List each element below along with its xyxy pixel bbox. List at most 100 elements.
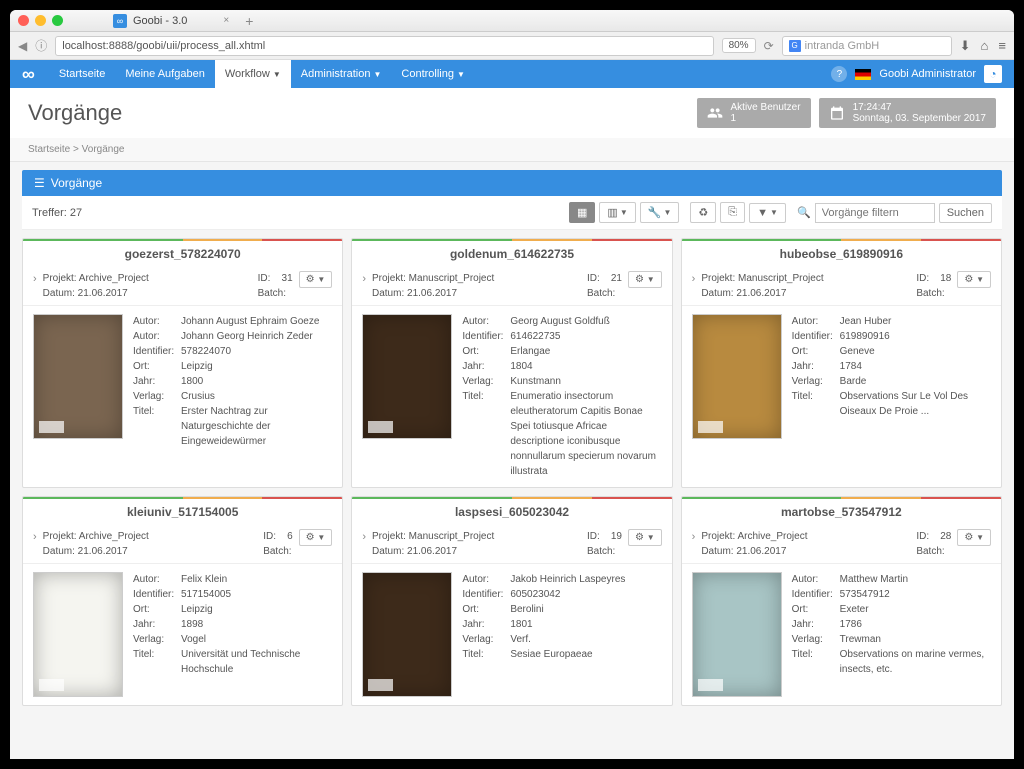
user-avatar-icon[interactable]: ◔ — [984, 65, 1002, 83]
filter-input[interactable] — [815, 203, 935, 223]
menu-icon[interactable]: ≡ — [998, 38, 1006, 54]
field-value: Kunstmann — [510, 374, 661, 389]
nav-item-administration[interactable]: Administration▼ — [291, 60, 392, 88]
field-value: Leipzig — [181, 359, 332, 374]
tool-filter-button[interactable]: ▼ ▼ — [749, 203, 786, 223]
field-key: Autor: — [462, 314, 510, 329]
card-gear-button[interactable]: ⚙ ▼ — [957, 271, 991, 288]
nav-item-workflow[interactable]: Workflow▼ — [215, 60, 291, 88]
breadcrumb: Startseite > Vorgänge — [10, 138, 1014, 162]
back-icon[interactable]: ◀ — [18, 39, 27, 53]
info-icon[interactable]: ⓘ — [35, 37, 47, 54]
field-value: 517154005 — [181, 587, 332, 602]
field-value: Berolini — [510, 602, 625, 617]
field-key: Titel: — [133, 404, 181, 449]
view-grid-button[interactable]: ▦ — [569, 202, 595, 223]
field-value: Erster Nachtrag zur Naturgeschichte der … — [181, 404, 332, 449]
language-flag-icon[interactable] — [855, 69, 871, 80]
field-key: Titel: — [792, 647, 840, 677]
card-gear-button[interactable]: ⚙ ▼ — [299, 529, 333, 546]
field-value: 573547912 — [840, 587, 991, 602]
calendar-icon — [829, 105, 845, 121]
nav-item-startseite[interactable]: Startseite — [49, 60, 115, 88]
nav-item-controlling[interactable]: Controlling▼ — [391, 60, 475, 88]
card-gear-button[interactable]: ⚙ ▼ — [957, 529, 991, 546]
panel-title: Vorgänge — [51, 176, 102, 190]
users-icon — [707, 105, 723, 121]
chevron-down-icon: ▼ — [373, 70, 381, 79]
thumbnail[interactable] — [362, 314, 452, 439]
field-key: Autor: — [462, 572, 510, 587]
field-key: Verlag: — [133, 389, 181, 404]
thumb-label-icon — [698, 421, 723, 433]
nav-item-meine-aufgaben[interactable]: Meine Aufgaben — [115, 60, 215, 88]
thumbnail[interactable] — [33, 572, 123, 697]
field-value: 1804 — [510, 359, 661, 374]
field-key: Jahr: — [462, 617, 510, 632]
tool-copy-button[interactable]: ⎘ — [720, 202, 745, 223]
field-key: Ort: — [133, 602, 181, 617]
field-value: Crusius — [181, 389, 332, 404]
process-card: martobse_573547912 › Projekt: Archive_Pr… — [681, 496, 1002, 706]
logo-icon[interactable]: ∞ — [22, 64, 35, 85]
user-name[interactable]: Goobi Administrator — [879, 68, 976, 80]
browser-search[interactable]: G intranda GmbH — [782, 36, 952, 56]
card-title: goldenum_614622735 — [352, 241, 671, 267]
field-value: Sesiae Europaeae — [510, 647, 625, 662]
thumbnail[interactable] — [692, 572, 782, 697]
maximize-window-icon[interactable] — [52, 15, 63, 26]
field-value: 1800 — [181, 374, 332, 389]
close-window-icon[interactable] — [18, 15, 29, 26]
thumbnail[interactable] — [33, 314, 123, 439]
expand-icon[interactable]: › — [362, 273, 366, 285]
url-field[interactable]: localhost:8888/goobi/uii/process_all.xht… — [55, 36, 713, 56]
card-gear-button[interactable]: ⚙ ▼ — [628, 271, 662, 288]
zoom-level[interactable]: 80% — [722, 38, 756, 53]
address-bar: ◀ ⓘ localhost:8888/goobi/uii/process_all… — [10, 32, 1014, 60]
search-button[interactable]: Suchen — [939, 203, 992, 223]
field-key: Titel: — [462, 389, 510, 479]
breadcrumb-home[interactable]: Startseite — [28, 144, 70, 155]
expand-icon[interactable]: › — [33, 273, 37, 285]
expand-icon[interactable]: › — [33, 531, 37, 543]
field-value: 619890916 — [840, 329, 991, 344]
download-icon[interactable]: ⬇ — [960, 38, 971, 54]
thumbnail[interactable] — [692, 314, 782, 439]
field-value: Johann August Ephraim Goeze — [181, 314, 332, 329]
metadata-table: Autor:Johann August Ephraim GoezeAutor:J… — [133, 314, 332, 449]
home-icon[interactable]: ⌂ — [981, 38, 989, 54]
minimize-window-icon[interactable] — [35, 15, 46, 26]
field-key: Titel: — [462, 647, 510, 662]
field-key: Jahr: — [133, 374, 181, 389]
field-value: 1898 — [181, 617, 332, 632]
field-value: Leipzig — [181, 602, 332, 617]
field-value: Verf. — [510, 632, 625, 647]
field-key: Jahr: — [133, 617, 181, 632]
new-tab-icon[interactable]: + — [245, 13, 253, 29]
thumbnail[interactable] — [362, 572, 452, 697]
browser-tab[interactable]: ∞ Goobi - 3.0 × + — [113, 13, 253, 29]
card-gear-button[interactable]: ⚙ ▼ — [628, 529, 662, 546]
card-gear-button[interactable]: ⚙ ▼ — [299, 271, 333, 288]
date-text: Sonntag, 03. September 2017 — [853, 113, 986, 124]
field-key: Verlag: — [462, 374, 510, 389]
result-count: Treffer: 27 — [32, 207, 82, 219]
tab-close-icon[interactable]: × — [223, 15, 229, 26]
search-icon: 🔍 — [797, 206, 811, 219]
field-value: Jakob Heinrich Laspeyres — [510, 572, 625, 587]
toolbar: Treffer: 27 ▦ ▥ ▼ 🔧 ▼ ♻ ⎘ ▼ ▼ 🔍 Suchen — [22, 196, 1002, 230]
field-key: Autor: — [133, 572, 181, 587]
expand-icon[interactable]: › — [692, 531, 696, 543]
help-icon[interactable]: ? — [831, 66, 847, 82]
chevron-down-icon: ▼ — [273, 70, 281, 79]
reload-icon[interactable]: ⟳ — [764, 39, 774, 53]
field-value: Matthew Martin — [840, 572, 991, 587]
favicon-icon: ∞ — [113, 14, 127, 28]
view-columns-button[interactable]: ▥ ▼ — [599, 202, 635, 223]
tool-trash-button[interactable]: ♻ — [690, 202, 716, 223]
search-placeholder: intranda GmbH — [805, 40, 880, 52]
tool-wrench-button[interactable]: 🔧 ▼ — [640, 202, 680, 223]
panel-header: ☰ Vorgänge — [22, 170, 1002, 196]
expand-icon[interactable]: › — [362, 531, 366, 543]
expand-icon[interactable]: › — [692, 273, 696, 285]
